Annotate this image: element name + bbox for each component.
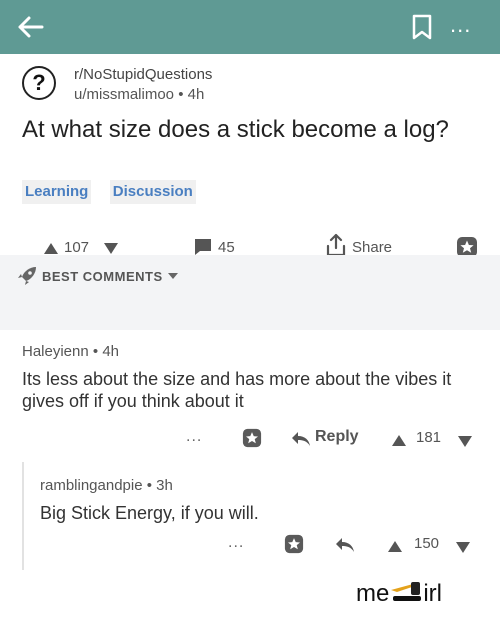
more-options-button[interactable]: ... [186, 428, 202, 446]
post-meta: u/missmalimoo • 4h [74, 86, 204, 103]
flair-discussion[interactable]: Discussion [109, 180, 196, 204]
app-top-bar: ... [0, 0, 500, 54]
comment-age: 3h [156, 477, 173, 494]
bookmark-icon[interactable] [411, 14, 433, 40]
upvote-button[interactable] [392, 432, 406, 450]
post-author[interactable]: u/missmalimoo [74, 86, 174, 103]
ice-skate-icon [391, 582, 422, 601]
star-icon[interactable] [242, 428, 262, 448]
post-header: ? r/NoStupidQuestions u/missmalimoo • 4h [22, 64, 482, 108]
reply-button[interactable]: Reply [315, 428, 359, 446]
comment-icon[interactable] [194, 238, 212, 256]
chevron-down-icon[interactable] [168, 273, 178, 279]
comment-meta: ramblingandpie • 3h [40, 477, 480, 494]
more-options-button[interactable]: ... [450, 10, 490, 40]
comment-reply: ramblingandpie • 3h Big Stick Energy, if… [40, 477, 480, 524]
star-icon[interactable] [284, 534, 304, 554]
comment-age: 4h [102, 343, 119, 360]
sort-selector[interactable]: BEST COMMENTS [42, 269, 163, 284]
comment-author[interactable]: ramblingandpie [40, 477, 143, 494]
upvote-icon [388, 541, 402, 553]
meta-separator: • [92, 343, 103, 360]
comment-action-bar: ... 150 [0, 534, 500, 558]
caption-irl: irl [423, 580, 442, 607]
me-irl-caption: me irl [356, 580, 442, 608]
downvote-button[interactable] [456, 539, 470, 557]
subreddit-name[interactable]: r/NoStupidQuestions [74, 66, 212, 83]
comment-author[interactable]: Haleyienn [22, 343, 89, 360]
comment: Haleyienn • 4h Its less about the size a… [22, 343, 482, 412]
comment-score: 181 [416, 429, 442, 446]
arrow-left-icon[interactable] [16, 13, 44, 41]
upvote-button[interactable] [388, 538, 402, 556]
share-icon[interactable] [326, 233, 346, 257]
downvote-button[interactable] [458, 433, 472, 451]
comment-body: Its less about the size and has more abo… [22, 369, 452, 411]
comment-action-bar: ... Reply 181 [0, 428, 500, 452]
caption-me: me [356, 580, 390, 607]
reply-icon[interactable] [334, 536, 356, 554]
rocket-icon [18, 267, 36, 285]
more-options-button[interactable]: ... [228, 534, 244, 552]
downvote-icon [456, 542, 470, 554]
subreddit-icon[interactable]: ? [22, 66, 56, 100]
post-title: At what size does a stick become a log? [22, 116, 449, 143]
post-flairs: Learning Discussion [22, 180, 210, 204]
upvote-icon [392, 435, 406, 447]
meta-separator: • [178, 86, 188, 103]
upvote-icon [44, 242, 58, 254]
comment-score: 150 [414, 535, 440, 552]
downvote-icon [458, 436, 472, 448]
downvote-icon [104, 242, 118, 254]
reply-icon[interactable] [290, 430, 312, 448]
comment-body: Big Stick Energy, if you will. [40, 503, 259, 523]
post-age: 4h [187, 86, 205, 103]
comment-meta: Haleyienn • 4h [22, 343, 482, 360]
flair-learning[interactable]: Learning [22, 180, 92, 204]
comment-sort-bar: BEST COMMENTS [0, 255, 500, 330]
meta-separator: • [146, 477, 157, 494]
